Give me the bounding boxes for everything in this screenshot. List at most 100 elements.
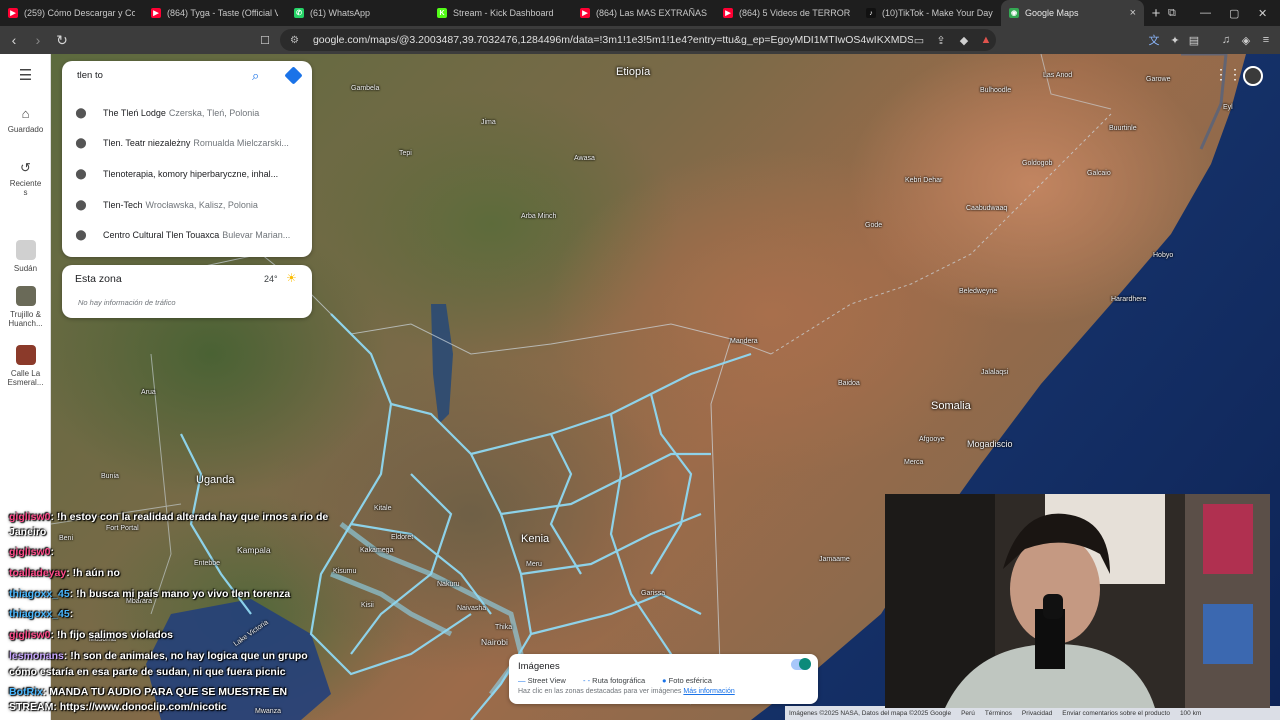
label-place[interactable]: Beledweyne <box>959 288 997 295</box>
suggestion-item[interactable]: ⬤ Centro Cultural Tlen Touaxca Bulevar Ma… <box>62 220 312 250</box>
label-place[interactable]: Jalalaqsi <box>981 369 1008 376</box>
label-place[interactable]: Eldoret <box>391 534 413 541</box>
label-place[interactable]: Mwanza <box>255 708 281 715</box>
label-place[interactable]: Tepi <box>399 150 412 157</box>
scale-bar[interactable]: 100 km <box>1180 710 1201 717</box>
label-place[interactable]: Jamaame <box>819 556 850 563</box>
site-info-icon[interactable]: ⚙ <box>290 35 299 46</box>
label-place[interactable]: Fort Portal <box>106 525 139 532</box>
label-place[interactable]: Naivasha <box>457 605 486 612</box>
label-place[interactable]: Garowe <box>1146 76 1171 83</box>
label-place[interactable]: Meru <box>526 561 542 568</box>
label-place[interactable]: Nakuru <box>437 581 460 588</box>
label-place[interactable]: Awasa <box>574 155 595 162</box>
label-place[interactable]: Goldogob <box>1022 160 1052 167</box>
apps-grid-icon[interactable]: ⋮⋮ <box>1214 66 1242 83</box>
label-place[interactable]: Caabudwaaq <box>966 205 1007 212</box>
label-place[interactable]: Thika <box>495 624 512 631</box>
label-place[interactable]: Garissa <box>641 590 665 597</box>
label-place[interactable]: Baidoa <box>838 380 860 387</box>
label-place[interactable]: Hobyo <box>1153 252 1173 259</box>
label-place[interactable]: Beni <box>59 535 73 542</box>
label-place[interactable]: Arua <box>141 389 156 396</box>
share-icon[interactable]: ⇪ <box>934 33 948 47</box>
forward-button[interactable]: › <box>28 30 48 50</box>
label-place[interactable]: Entebbe <box>194 560 220 567</box>
browser-tab[interactable]: K Stream - Kick Dashboard <box>429 0 572 26</box>
imagery-toggle[interactable] <box>791 658 811 670</box>
close-window-button[interactable]: ✕ <box>1258 0 1267 26</box>
brave-shield-icon[interactable]: ◆ <box>957 33 971 47</box>
label-mogadishu[interactable]: Mogadiscio <box>967 439 1013 449</box>
label-kampala[interactable]: Kampala <box>237 545 271 555</box>
label-place[interactable]: Gambela <box>351 85 379 92</box>
suggestion-item[interactable]: ⬤ The Tleń Lodge Czerska, Tleń, Polonia <box>62 98 312 128</box>
suggestion-item[interactable]: ⬤ Tlen-Tech Wrocławska, Kalisz, Polonia <box>62 190 312 220</box>
new-tab-button[interactable]: + <box>1144 0 1168 26</box>
suggestion-item[interactable]: ⬤ Tlen. Teatr niezależny Romualda Mielcza… <box>62 128 312 158</box>
close-tab-icon[interactable]: × <box>1130 7 1136 19</box>
label-place[interactable]: Galcaio <box>1087 170 1111 177</box>
label-place[interactable]: Mandera <box>730 338 758 345</box>
maximize-button[interactable]: ▢ <box>1229 0 1239 26</box>
label-place[interactable]: Harardhere <box>1111 296 1146 303</box>
account-avatar[interactable] <box>1243 66 1263 86</box>
label-place[interactable]: Las Anod <box>1043 72 1072 79</box>
label-ethiopia[interactable]: Etiopía <box>616 66 650 78</box>
label-place[interactable]: Arba Minch <box>521 213 556 220</box>
label-place[interactable]: Bunia <box>101 473 119 480</box>
reload-button[interactable]: ↻ <box>52 30 72 50</box>
label-uganda[interactable]: Uganda <box>196 474 235 486</box>
browser-menu-icon[interactable]: ≡ <box>1259 33 1273 47</box>
label-somalia[interactable]: Somalia <box>931 400 971 412</box>
menu-button[interactable]: ☰ <box>0 68 51 87</box>
recent-button[interactable]: ↺ Reciente s <box>0 160 51 197</box>
label-place[interactable]: Kisii <box>361 602 374 609</box>
label-place[interactable]: Bulhoodle <box>980 87 1011 94</box>
history-item-sudan[interactable]: Sudán <box>0 240 51 273</box>
cast-icon[interactable]: ▭ <box>912 33 926 47</box>
label-place[interactable]: Merca <box>904 459 923 466</box>
label-place[interactable]: Jima <box>481 119 496 126</box>
profile-icon[interactable]: ⧉ <box>1168 0 1176 26</box>
extensions-icon[interactable]: ✦ <box>1168 33 1182 47</box>
translate-icon[interactable]: 文 <box>1147 33 1161 47</box>
browser-tab[interactable]: ▶ (864) Tyga - Taste (Official Vid <box>143 0 286 26</box>
imagery-panel[interactable]: Imágenes — Street View - - Ruta fotográf… <box>509 654 818 704</box>
label-nairobi[interactable]: Nairobi <box>481 637 508 647</box>
label-place[interactable]: Kakamega <box>360 547 393 554</box>
region-link[interactable]: Perú <box>961 710 975 717</box>
label-place[interactable]: Afgooye <box>919 436 945 443</box>
search-icon[interactable]: ⌕ <box>252 68 259 84</box>
rewards-icon[interactable]: ▲ <box>979 33 993 47</box>
browser-tab[interactable]: ♪ (10)TikTok - Make Your Day <box>858 0 1001 26</box>
directions-icon[interactable] <box>284 66 303 85</box>
label-place[interactable]: Kebri Dehar <box>905 177 942 184</box>
more-info-link[interactable]: Más información <box>683 688 734 695</box>
search-input[interactable] <box>77 70 247 81</box>
bookmark-icon[interactable]: ☐ <box>258 33 272 47</box>
minimize-button[interactable]: — <box>1200 0 1211 26</box>
sidebar-icon[interactable]: ▤ <box>1187 33 1201 47</box>
music-icon[interactable]: ♫ <box>1219 33 1233 47</box>
label-place[interactable]: Gode <box>865 222 882 229</box>
suggestion-item[interactable]: ⬤ Tlenoterapia, komory hiperbaryczne, in… <box>62 159 312 189</box>
back-button[interactable]: ‹ <box>4 30 24 50</box>
label-place[interactable]: Eyl <box>1223 104 1233 111</box>
label-place[interactable]: Kitale <box>374 505 392 512</box>
privacy-link[interactable]: Privacidad <box>1022 710 1052 717</box>
label-place[interactable]: Buurtinle <box>1109 125 1137 132</box>
history-item-calle[interactable]: Calle La Esmeral... <box>0 345 51 387</box>
search-box[interactable]: ⌕ <box>62 61 312 93</box>
browser-tab[interactable]: ✆ (61) WhatsApp <box>286 0 429 26</box>
browser-tab[interactable]: ▶ (864) 5 Videos de TERROR EXT <box>715 0 858 26</box>
browser-tab[interactable]: ◉ Google Maps × <box>1001 0 1144 26</box>
area-info-card[interactable]: Esta zona 24° ☀ No hay información de tr… <box>62 265 312 318</box>
feedback-link[interactable]: Enviar comentarios sobre el producto <box>1062 710 1170 717</box>
saved-button[interactable]: ⌂ Guardado <box>0 106 51 134</box>
browser-tab[interactable]: ▶ (864) Las MAS EXTRAÑAS CIN <box>572 0 715 26</box>
browser-tab[interactable]: ▶ (259) Cómo Descargar y Config <box>0 0 143 26</box>
terms-link[interactable]: Términos <box>985 710 1012 717</box>
label-place[interactable]: Kisumu <box>333 568 356 575</box>
label-kenya[interactable]: Kenia <box>521 533 549 545</box>
